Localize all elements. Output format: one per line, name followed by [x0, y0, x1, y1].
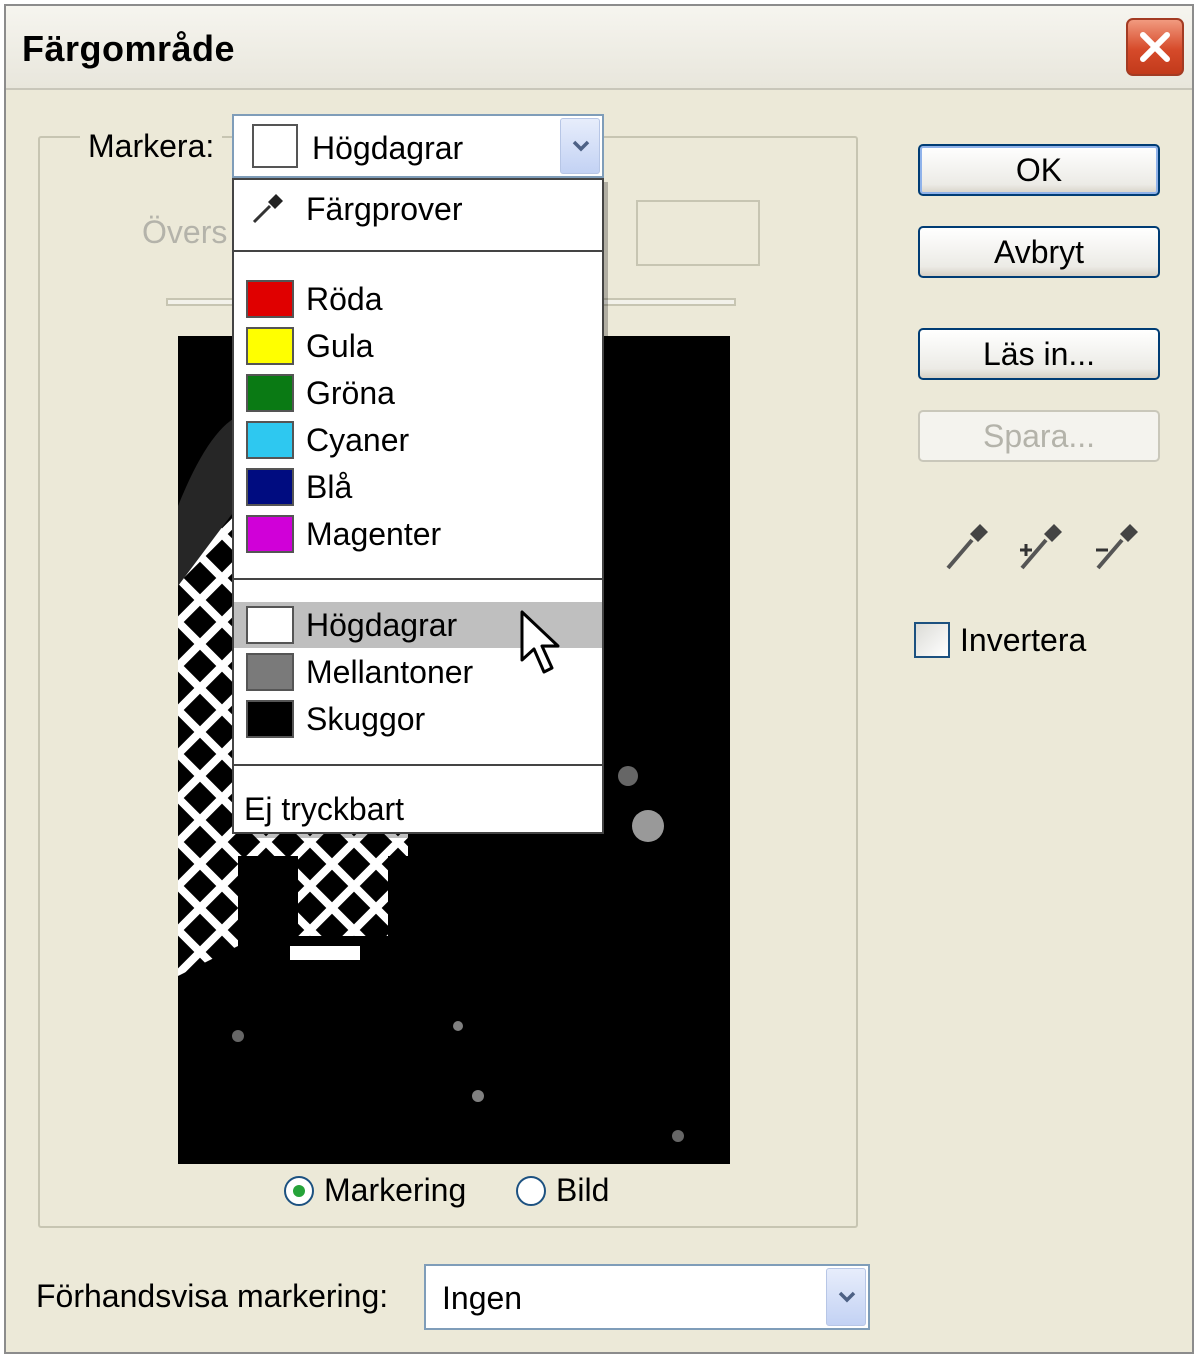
invert-checkbox[interactable] — [914, 622, 950, 658]
invert-label: Invertera — [960, 622, 1087, 658]
menu-item-label: Magenter — [306, 516, 442, 552]
color-swatch-cyan — [246, 421, 294, 459]
preview-selection-arrow[interactable] — [826, 1268, 866, 1326]
menu-item-label: Blå — [306, 469, 353, 505]
color-swatch-yellow — [246, 327, 294, 365]
color-swatch-blue — [246, 468, 294, 506]
color-swatch-red — [246, 280, 294, 318]
preview-selection-label: Förhandsvisa markering: — [36, 1278, 389, 1314]
close-icon — [1140, 32, 1170, 62]
menu-item-label: Ej tryckbart — [244, 791, 405, 827]
title-bar: Färgområde — [6, 6, 1192, 90]
tone-swatch-midtones — [246, 653, 294, 691]
menu-separator — [234, 250, 602, 253]
dropdown-arrow-icon — [572, 140, 590, 152]
fuzziness-field — [636, 200, 760, 266]
ok-button[interactable]: OK — [918, 144, 1160, 196]
eyedropper-icon — [252, 194, 283, 224]
radio-selected-dot — [293, 1185, 305, 1197]
menu-item-shadows[interactable]: Skuggor — [234, 696, 602, 742]
menu-separator — [234, 764, 602, 767]
menu-item-label: Cyaner — [306, 422, 410, 458]
select-dropdown-list: Färgprover Röda Gula Gröna Cyaner Blå Ma… — [232, 178, 604, 834]
select-arrow-button[interactable] — [560, 118, 600, 174]
selected-swatch — [252, 124, 298, 168]
close-button[interactable] — [1126, 18, 1184, 76]
tone-swatch-shadows — [246, 700, 294, 738]
radio-selection[interactable] — [284, 1176, 314, 1206]
menu-item-label: Mellantoner — [306, 654, 474, 690]
menu-separator — [234, 578, 602, 581]
menu-item-label: Högdagrar — [306, 607, 458, 643]
menu-item-reds[interactable]: Röda — [234, 276, 602, 322]
menu-item-blues[interactable]: Blå — [234, 464, 602, 510]
menu-item-label: Färgprover — [306, 191, 463, 227]
radio-selection-label: Markering — [324, 1172, 467, 1208]
menu-item-label: Skuggor — [306, 701, 426, 737]
color-swatch-magenta — [246, 515, 294, 553]
preview-selection-value: Ingen — [442, 1280, 523, 1316]
eyedropper-icon[interactable] — [942, 520, 992, 574]
select-dropdown[interactable]: Högdagrar — [232, 114, 604, 178]
menu-item-label: Gula — [306, 328, 374, 364]
menu-item-out-of-gamut[interactable]: Ej tryckbart — [234, 786, 602, 832]
menu-item-yellows[interactable]: Gula — [234, 323, 602, 369]
menu-item-label: Röda — [306, 281, 383, 317]
radio-image[interactable] — [516, 1176, 546, 1206]
tone-swatch-highlights — [246, 606, 294, 644]
select-label: Markera: — [80, 128, 223, 165]
eyedropper-minus-icon[interactable] — [1092, 520, 1142, 574]
mouse-cursor-icon — [520, 610, 560, 674]
menu-item-sampled-colors[interactable]: Färgprover — [234, 186, 602, 232]
color-swatch-green — [246, 374, 294, 412]
dialog-title: Färgområde — [22, 28, 236, 69]
preview-selection-dropdown[interactable]: Ingen — [424, 1264, 870, 1330]
fuzziness-label: Övers — [142, 214, 228, 250]
dropdown-arrow-icon — [838, 1291, 856, 1303]
menu-item-greens[interactable]: Gröna — [234, 370, 602, 416]
menu-item-magentas[interactable]: Magenter — [234, 511, 602, 557]
menu-item-label: Gröna — [306, 375, 395, 411]
load-button[interactable]: Läs in... — [918, 328, 1160, 380]
menu-item-cyans[interactable]: Cyaner — [234, 417, 602, 463]
select-value: Högdagrar — [312, 130, 464, 166]
radio-image-label: Bild — [556, 1172, 610, 1208]
cancel-button[interactable]: Avbryt — [918, 226, 1160, 278]
eyedropper-plus-icon[interactable] — [1016, 520, 1066, 574]
save-button: Spara... — [918, 410, 1160, 462]
